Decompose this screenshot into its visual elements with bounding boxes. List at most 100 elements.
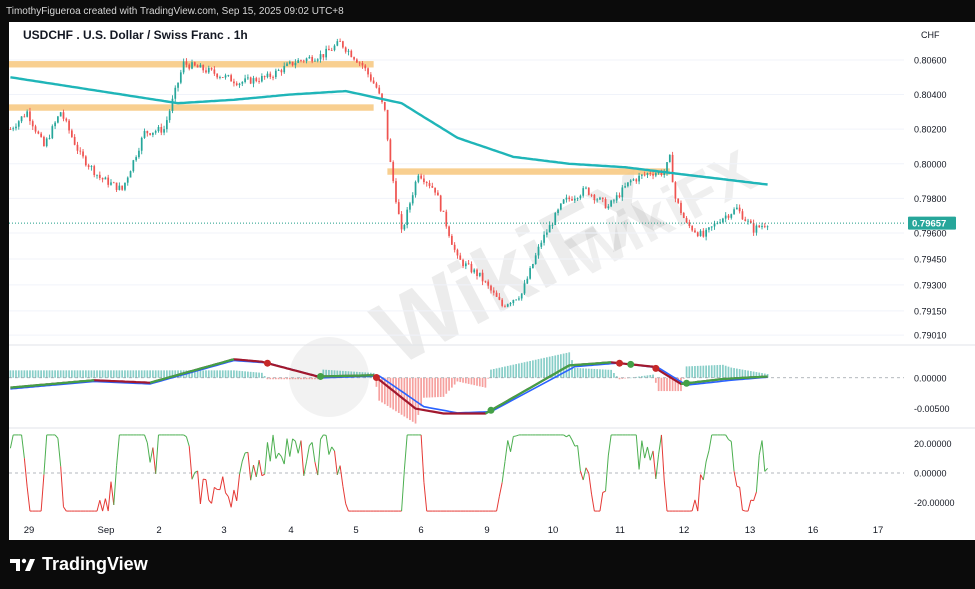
time-tick-label: 6: [418, 525, 423, 536]
macd-histogram-bar: [17, 370, 20, 378]
macd-cross-dot: [487, 406, 495, 414]
footer-bar: TradingView: [0, 540, 975, 589]
macd-histogram-bar: [233, 370, 235, 378]
candle-body: [308, 56, 311, 59]
candle-body: [501, 299, 504, 306]
macd-histogram-bar: [163, 370, 165, 378]
candle-body: [311, 56, 314, 62]
time-tick-label: 11: [615, 525, 625, 536]
macd-histogram-bar: [101, 370, 104, 378]
macd-histogram-bar: [727, 366, 730, 378]
price-axis[interactable]: 0.80600 0.80400 0.80200 0.80000 0.79800 0.796…: [914, 55, 947, 340]
macd-histogram-bar: [300, 377, 302, 380]
macd-histogram-bar: [506, 365, 509, 378]
macd-histogram-bar: [448, 377, 450, 391]
macd-histogram-bar: [546, 357, 548, 378]
oscillator-segment: [568, 434, 573, 441]
candle-body: [406, 209, 409, 226]
candle-body: [129, 171, 132, 178]
candle-body: [241, 81, 244, 84]
candle-body: [255, 78, 258, 82]
candle-body: [403, 225, 406, 230]
candle-body: [157, 126, 160, 132]
time-tick-label: 16: [808, 525, 819, 536]
time-tick-label: Sep: [98, 525, 115, 536]
oscillator-segment: [43, 434, 48, 475]
candle-body: [300, 60, 302, 61]
candle-body: [666, 162, 668, 173]
oscillator-segment: [297, 440, 302, 454]
candle-body: [518, 298, 520, 300]
oscillator-segment: [191, 472, 196, 480]
candle-body: [314, 60, 316, 62]
candle-body: [325, 48, 327, 58]
macd-histogram-bar: [124, 370, 126, 378]
oscillator-segment: [649, 450, 654, 461]
candle-body: [532, 264, 534, 269]
resistance-zones: [7, 61, 670, 175]
time-axis[interactable]: 29 Sep 2 3 4 5 6 9 10 11 12 13 16 17: [24, 525, 884, 536]
oscillator-segment: [334, 450, 338, 475]
macd-histogram-bar: [481, 377, 484, 387]
macd-histogram-bar: [509, 365, 512, 378]
chart-canvas[interactable]: WikiFX WikiFX USDCHF . U.S. Dollar / Swi…: [7, 22, 975, 540]
macd-histogram-bar: [744, 370, 747, 378]
candle-body: [138, 150, 140, 158]
macd-histogram-bar: [383, 377, 386, 405]
candle-body: [227, 75, 230, 76]
macd-histogram-bar: [166, 370, 168, 378]
oscillator-segment: [239, 460, 243, 475]
macd-histogram-bar: [484, 377, 487, 388]
chart-area[interactable]: WikiFX WikiFX USDCHF . U.S. Dollar / Swi…: [7, 22, 975, 540]
oscillator-segment: [638, 440, 643, 470]
macd-histogram-bar: [160, 370, 163, 378]
candle-body: [459, 255, 462, 260]
macd-histogram-bar: [20, 370, 23, 378]
oscillator-segment: [266, 442, 271, 462]
macd-histogram-bar: [579, 368, 582, 378]
candle-body: [582, 188, 585, 196]
tradingview-brand[interactable]: TradingView: [10, 554, 148, 575]
macd-histogram-bar: [244, 371, 246, 378]
candle-body: [736, 207, 738, 210]
candle-body: [188, 64, 191, 69]
macd-histogram-bar: [29, 370, 31, 378]
macd-histogram-bar: [96, 370, 98, 378]
macd-histogram-bar: [610, 369, 612, 378]
candle-body: [202, 65, 205, 71]
oscillator-segment: [582, 467, 587, 481]
macd-histogram-bar: [548, 356, 551, 378]
macd-histogram-bar: [526, 361, 529, 378]
macd-histogram-bar: [613, 373, 615, 378]
candle-body: [96, 174, 98, 176]
candle-body: [442, 210, 445, 212]
time-tick-label: 2: [156, 525, 161, 536]
macd-histogram-bar: [409, 377, 411, 421]
candle-body: [115, 182, 118, 190]
oscillator-segment: [753, 491, 757, 501]
candle-body: [140, 137, 143, 151]
macd-histogram-bar: [129, 370, 132, 378]
candle-body: [322, 54, 325, 58]
candle-body: [107, 177, 110, 185]
oscillator-segment: [652, 450, 657, 480]
candle-body: [291, 61, 294, 66]
macd-histogram-bar: [694, 366, 696, 378]
macd-histogram-bar: [668, 377, 671, 392]
candle-body: [462, 259, 464, 267]
macd-histogram-bar: [71, 370, 73, 378]
candle-body: [328, 48, 330, 51]
macd-histogram-bar: [261, 372, 263, 378]
oscillator-segment: [320, 434, 324, 440]
candle-body: [702, 230, 705, 237]
macd-histogram-bar: [705, 365, 707, 378]
macd-histogram-bar: [470, 377, 473, 385]
oscillator-segment: [730, 441, 735, 472]
candle-body: [31, 121, 34, 127]
oscillator-segment: [233, 489, 238, 501]
oscillator-segment: [152, 447, 157, 474]
candle-body: [149, 133, 151, 135]
candle-body: [143, 130, 146, 138]
candle-body: [84, 156, 87, 166]
oscillator-segment: [23, 458, 28, 487]
